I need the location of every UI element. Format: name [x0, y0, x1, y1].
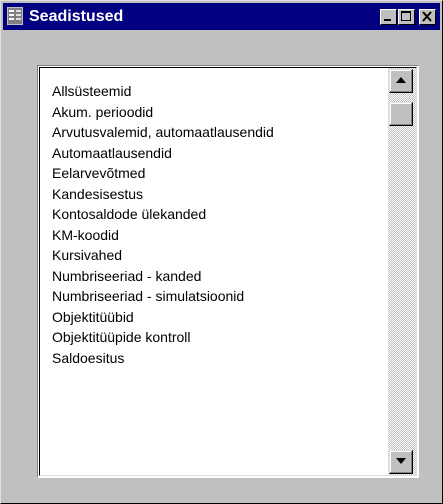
list-item[interactable]: KM-koodid	[52, 225, 274, 246]
maximize-icon	[401, 11, 411, 21]
minimize-icon	[384, 19, 391, 21]
minimize-button[interactable]	[380, 9, 397, 25]
list-item[interactable]: Objektitüübid	[52, 307, 274, 328]
scroll-down-button[interactable]	[389, 450, 413, 474]
arrow-up-icon	[396, 77, 406, 83]
list-item[interactable]: Saldoesitus	[52, 348, 274, 369]
list-item[interactable]: Objektitüüpide kontroll	[52, 327, 274, 348]
settings-list-box[interactable]: Allsüsteemid Akum. perioodid Arvutusvalemi…	[37, 65, 419, 478]
vertical-scrollbar[interactable]	[388, 68, 416, 475]
scroll-up-button[interactable]	[389, 69, 413, 93]
scroll-thumb[interactable]	[389, 102, 413, 126]
settings-list[interactable]: Allsüsteemid Akum. perioodid Arvutusvalemi…	[52, 81, 274, 368]
list-item[interactable]: Allsüsteemid	[52, 81, 274, 102]
list-item[interactable]: Kontosaldode ülekanded	[52, 204, 274, 225]
list-item[interactable]: Arvutusvalemid, automaatlausendid	[52, 122, 274, 143]
list-item[interactable]: Numbriseeriad - kanded	[52, 266, 274, 287]
list-item[interactable]: Kursivahed	[52, 245, 274, 266]
list-item[interactable]: Numbriseeriad - simulatsioonid	[52, 286, 274, 307]
maximize-button[interactable]	[398, 9, 415, 25]
title-bar[interactable]: Seadistused	[3, 3, 440, 30]
window-title: Seadistused	[29, 8, 124, 25]
list-item[interactable]: Kandesisestus	[52, 184, 274, 205]
settings-window: Seadistused Allsüsteemid Akum. perioodid A…	[0, 0, 443, 504]
close-icon	[422, 11, 432, 22]
close-button[interactable]	[419, 9, 436, 25]
settings-list-inner: Allsüsteemid Akum. perioodid Arvutusvalemi…	[39, 67, 417, 476]
settings-app-icon[interactable]	[7, 7, 23, 25]
list-item[interactable]: Eelarvevõtmed	[52, 163, 274, 184]
list-item[interactable]: Automaatlausendid	[52, 143, 274, 164]
arrow-down-icon	[396, 458, 406, 464]
list-item[interactable]: Akum. perioodid	[52, 102, 274, 123]
